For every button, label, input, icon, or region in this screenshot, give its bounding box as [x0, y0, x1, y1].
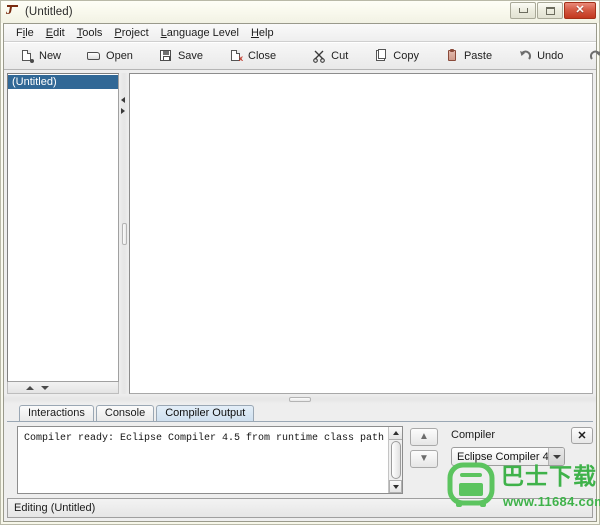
code-editor[interactable] — [129, 73, 593, 394]
drjava-j-icon: J — [6, 5, 20, 19]
collapse-right-icon[interactable] — [121, 108, 125, 114]
close-icon: ✕ — [575, 5, 584, 16]
menu-help[interactable]: Help — [245, 25, 280, 41]
sort-ascending-icon[interactable] — [26, 386, 34, 390]
previous-error-button[interactable]: ▲ — [410, 428, 438, 446]
vertical-splitter-grip[interactable] — [122, 223, 127, 245]
open-folder-icon — [87, 49, 101, 63]
undo-arrow-icon — [518, 49, 532, 63]
toolbar-open-label: Open — [106, 50, 133, 62]
editor-column — [129, 73, 593, 394]
toolbar-new-label: New — [39, 50, 61, 62]
toolbar-paste-button[interactable]: Paste — [437, 45, 500, 67]
close-file-icon: x — [229, 49, 243, 63]
minimize-button[interactable] — [510, 2, 536, 19]
toolbar-undo-button[interactable]: Undo — [510, 45, 571, 67]
toolbar-close-button[interactable]: x Close — [221, 45, 284, 67]
compiler-output-scrollbar[interactable] — [388, 427, 402, 493]
vertical-splitter[interactable] — [119, 73, 129, 394]
scroll-down-icon — [393, 485, 399, 489]
next-error-button[interactable]: ▼ — [410, 450, 438, 468]
main-split-area: (Untitled) — [4, 70, 596, 394]
compiler-selector-panel: Compiler ✕ Eclipse Compiler 4.5 — [445, 426, 593, 494]
tab-interactions[interactable]: Interactions — [19, 405, 94, 421]
menu-bar: File Edit Tools Project Language Level H… — [4, 24, 596, 42]
scissors-icon — [312, 49, 326, 63]
collapse-left-icon[interactable] — [121, 97, 125, 103]
toolbar-copy-button[interactable]: Copy — [366, 45, 427, 67]
compiler-label: Compiler — [451, 429, 495, 441]
scroll-down-button[interactable] — [389, 480, 402, 493]
error-navigation-buttons: ▲ ▼ — [403, 426, 445, 494]
toolbar-copy-label: Copy — [393, 50, 419, 62]
sort-descending-icon[interactable] — [41, 386, 49, 390]
bottom-tab-strip: Interactions Console Compiler Output — [7, 404, 593, 422]
chevron-up-icon: ▲ — [419, 432, 429, 442]
scroll-up-icon — [393, 431, 399, 435]
tab-compiler-output[interactable]: Compiler Output — [156, 405, 254, 421]
redo-arrow-icon — [589, 49, 600, 63]
menu-tools[interactable]: Tools — [71, 25, 109, 41]
file-navigator-column: (Untitled) — [7, 73, 119, 394]
horizontal-splitter-grip[interactable] — [289, 397, 311, 402]
minimize-icon — [519, 8, 528, 13]
close-x-icon: ✕ — [577, 429, 586, 442]
status-bar: Editing (Untitled) — [7, 498, 593, 518]
save-floppy-icon — [159, 49, 173, 63]
compiler-dropdown[interactable]: Eclipse Compiler 4.5 — [451, 447, 565, 466]
toolbar-save-button[interactable]: Save — [151, 45, 211, 67]
tab-console[interactable]: Console — [96, 405, 154, 421]
splitter-collapse-arrows — [121, 97, 127, 119]
toolbar-cut-button[interactable]: Cut — [304, 45, 356, 67]
chevron-down-icon: ▼ — [419, 454, 429, 464]
compiler-output-pane: Compiler ready: Eclipse Compiler 4.5 fro… — [17, 426, 403, 494]
new-file-icon — [20, 49, 34, 63]
menu-language-level[interactable]: Language Level — [155, 25, 245, 41]
compiler-panel-header: Compiler ✕ — [451, 426, 593, 444]
file-list[interactable]: (Untitled) — [7, 73, 119, 382]
toolbar-cut-label: Cut — [331, 50, 348, 62]
chevron-down-icon[interactable] — [548, 448, 564, 465]
menu-file[interactable]: File — [10, 25, 40, 41]
toolbar-new-button[interactable]: New — [12, 45, 69, 67]
file-list-sort-bar — [7, 382, 119, 394]
horizontal-splitter[interactable] — [4, 394, 596, 404]
compiler-panel-close-button[interactable]: ✕ — [571, 427, 593, 444]
bottom-content-row: Compiler ready: Eclipse Compiler 4.5 fro… — [7, 422, 593, 496]
window-controls: ✕ — [509, 2, 596, 19]
toolbar-redo-button[interactable]: Redo — [581, 45, 600, 67]
window-content: File Edit Tools Project Language Level H… — [3, 23, 597, 522]
toolbar-close-label: Close — [248, 50, 276, 62]
bottom-panel: Interactions Console Compiler Output Com… — [4, 404, 596, 496]
maximize-icon — [546, 7, 555, 15]
copy-icon — [374, 49, 388, 63]
close-window-button[interactable]: ✕ — [564, 2, 596, 19]
scroll-up-button[interactable] — [389, 427, 402, 440]
toolbar-open-button[interactable]: Open — [79, 45, 141, 67]
compiler-dropdown-value: Eclipse Compiler 4.5 — [452, 451, 548, 463]
toolbar: New Open Save x Close — [4, 42, 596, 70]
window-title: (Untitled) — [25, 6, 73, 18]
title-bar: J (Untitled) ✕ — [1, 1, 599, 23]
toolbar-undo-label: Undo — [537, 50, 563, 62]
toolbar-paste-label: Paste — [464, 50, 492, 62]
paste-clipboard-icon — [445, 49, 459, 63]
maximize-button[interactable] — [537, 2, 563, 19]
file-list-item-untitled[interactable]: (Untitled) — [8, 75, 118, 89]
toolbar-save-label: Save — [178, 50, 203, 62]
menu-edit[interactable]: Edit — [40, 25, 71, 41]
drjava-window: J (Untitled) ✕ File Edit Tools Project L… — [0, 0, 600, 525]
menu-project[interactable]: Project — [108, 25, 154, 41]
compiler-output-text: Compiler ready: Eclipse Compiler 4.5 fro… — [18, 427, 388, 493]
scrollbar-thumb[interactable] — [391, 441, 401, 479]
